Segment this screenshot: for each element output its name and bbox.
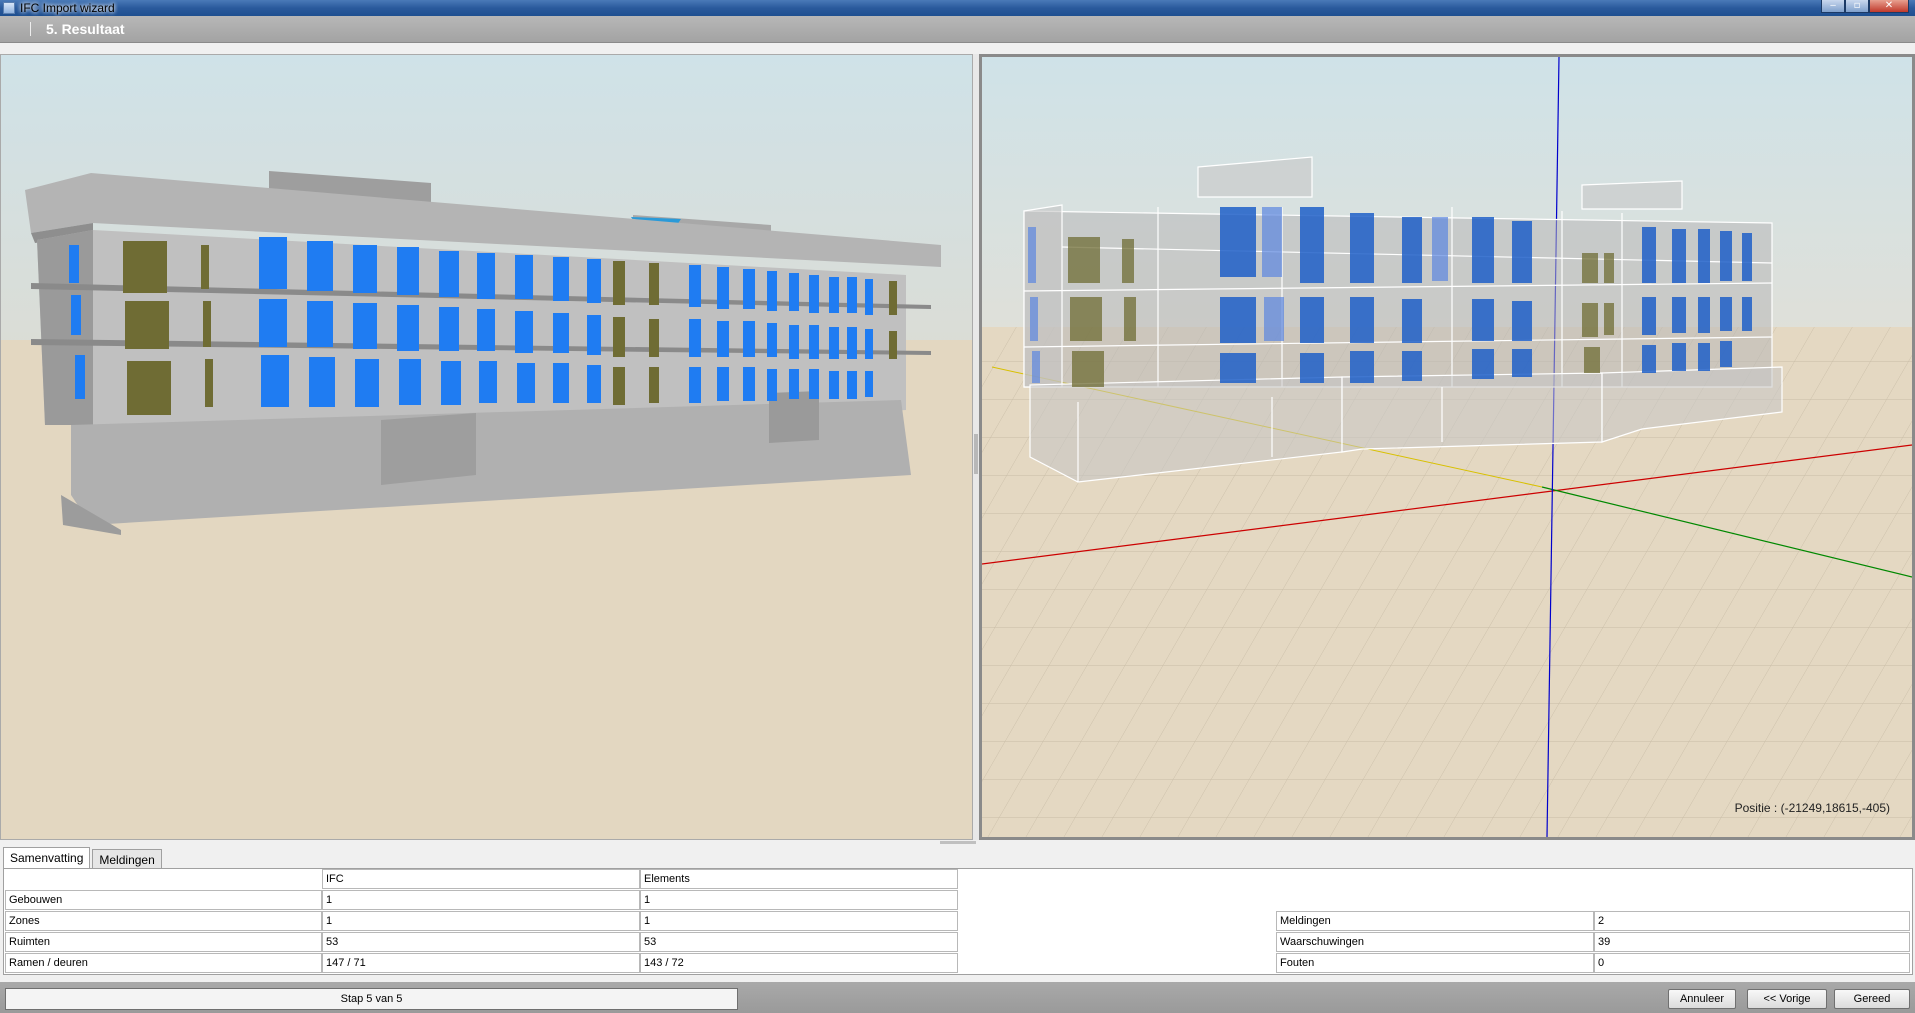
tab-samenvatting[interactable]: Samenvatting [3, 847, 91, 869]
row-label-zones: Zones [5, 911, 322, 931]
cancel-button[interactable]: Annuleer [1668, 989, 1736, 1009]
step-title: 5. Resultaat [46, 21, 125, 37]
horizontal-splitter-grip[interactable] [940, 841, 976, 844]
spaces-model-viewport[interactable]: Positie : (-21249,18615,-405) [979, 54, 1915, 840]
solid-model-viewport[interactable] [0, 54, 973, 840]
solid-model-render [1, 55, 972, 839]
tab-meldingen[interactable]: Meldingen [92, 849, 162, 868]
row-label-ruimten: Ruimten [5, 932, 322, 952]
summary-panel: IFC Elements Gebouwen 1 1 Zones 1 1 Ruim… [3, 868, 1913, 975]
step-header: 5. Resultaat [0, 16, 1915, 43]
result-tabs: Samenvatting Meldingen [3, 846, 164, 869]
cell-zones-elements: 1 [640, 911, 958, 931]
window-title: IFC Import wizard [20, 1, 115, 15]
position-readout: Positie : (-21249,18615,-405) [1734, 801, 1890, 815]
app-icon [3, 2, 15, 14]
maximize-button[interactable]: ▫ [1845, 0, 1869, 13]
window-title-bar[interactable]: IFC Import wizard ‒ ▫ ✕ [0, 0, 1915, 16]
column-header-elements: Elements [640, 869, 958, 889]
close-button[interactable]: ✕ [1869, 0, 1909, 13]
cell-gebouwen-ifc: 1 [322, 890, 640, 910]
spaces-model-render [982, 57, 1912, 837]
minimize-button[interactable]: ‒ [1821, 0, 1845, 13]
step-separator [30, 22, 31, 36]
cell-waarschuwingen-value: 39 [1594, 932, 1910, 952]
row-label-fouten: Fouten [1276, 953, 1594, 973]
cell-ramen-deuren-elements: 143 / 72 [640, 953, 958, 973]
window-controls: ‒ ▫ ✕ [1821, 0, 1909, 14]
row-label-gebouwen: Gebouwen [5, 890, 322, 910]
cell-gebouwen-elements: 1 [640, 890, 958, 910]
finish-button[interactable]: Gereed [1834, 989, 1910, 1009]
cell-ruimten-elements: 53 [640, 932, 958, 952]
column-header-ifc: IFC [322, 869, 640, 889]
cell-meldingen-value: 2 [1594, 911, 1910, 931]
splitter-grip[interactable] [974, 434, 978, 474]
row-label-ramen-deuren: Ramen / deuren [5, 953, 322, 973]
row-label-waarschuwingen: Waarschuwingen [1276, 932, 1594, 952]
cell-fouten-value: 0 [1594, 953, 1910, 973]
step-indicator: Stap 5 van 5 [5, 988, 738, 1010]
cell-ramen-deuren-ifc: 147 / 71 [322, 953, 640, 973]
cell-zones-ifc: 1 [322, 911, 640, 931]
previous-button[interactable]: << Vorige [1747, 989, 1827, 1009]
wizard-footer: Stap 5 van 5 Annuleer << Vorige Gereed [0, 982, 1915, 1013]
cell-ruimten-ifc: 53 [322, 932, 640, 952]
row-label-meldingen: Meldingen [1276, 911, 1594, 931]
